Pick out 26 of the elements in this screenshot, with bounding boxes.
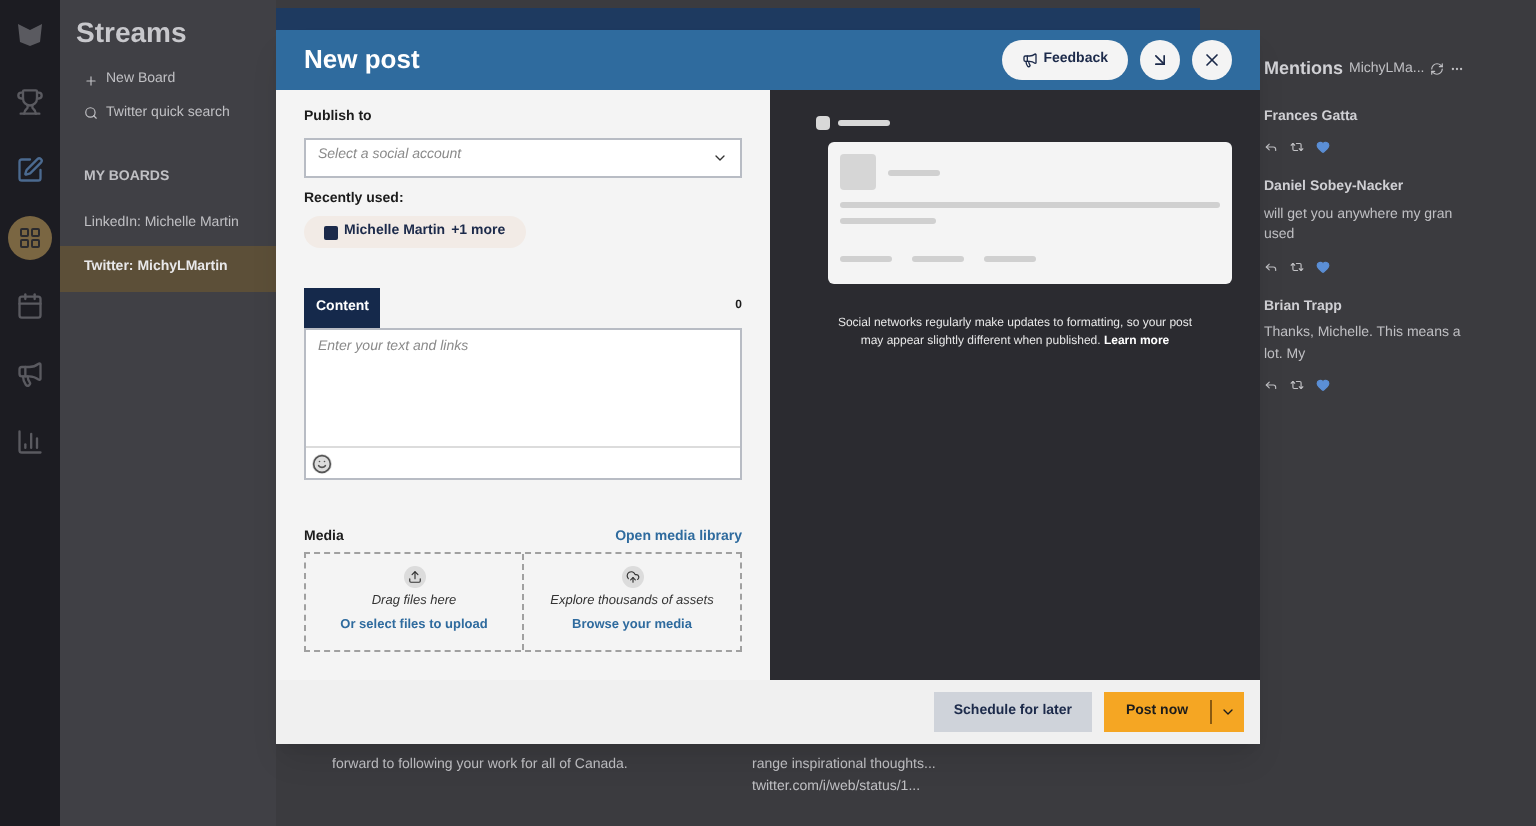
dialog-title: New post [304, 42, 422, 79]
bar-chart-icon [16, 428, 44, 456]
minimize-button[interactable] [1140, 40, 1180, 80]
stream-title: Mentions [1264, 56, 1343, 82]
megaphone-icon [1021, 52, 1038, 68]
megaphone-icon [16, 360, 44, 388]
close-button[interactable] [1192, 40, 1232, 80]
upload-icon [403, 566, 425, 589]
sidebar-title: Streams [74, 14, 189, 52]
search-icon [84, 106, 98, 121]
grid-icon [18, 226, 42, 250]
post-actions-drawing [1264, 378, 1330, 392]
cloud-icon [621, 566, 643, 589]
emoji-icon[interactable] [312, 453, 332, 473]
refresh-icon[interactable] [1430, 62, 1445, 77]
compose-icon [16, 156, 44, 184]
calendar-icon [16, 292, 44, 320]
arrow-icon [1150, 50, 1170, 70]
close-icon [1202, 50, 1222, 70]
post-actions-drawing [1264, 140, 1330, 154]
chevron-icon [1220, 704, 1236, 720]
linkedin-icon [324, 225, 338, 239]
nav-item[interactable] [8, 216, 52, 260]
add-icon [84, 73, 98, 88]
trophy-icon [16, 88, 44, 116]
post-actions-drawing [1264, 259, 1330, 273]
